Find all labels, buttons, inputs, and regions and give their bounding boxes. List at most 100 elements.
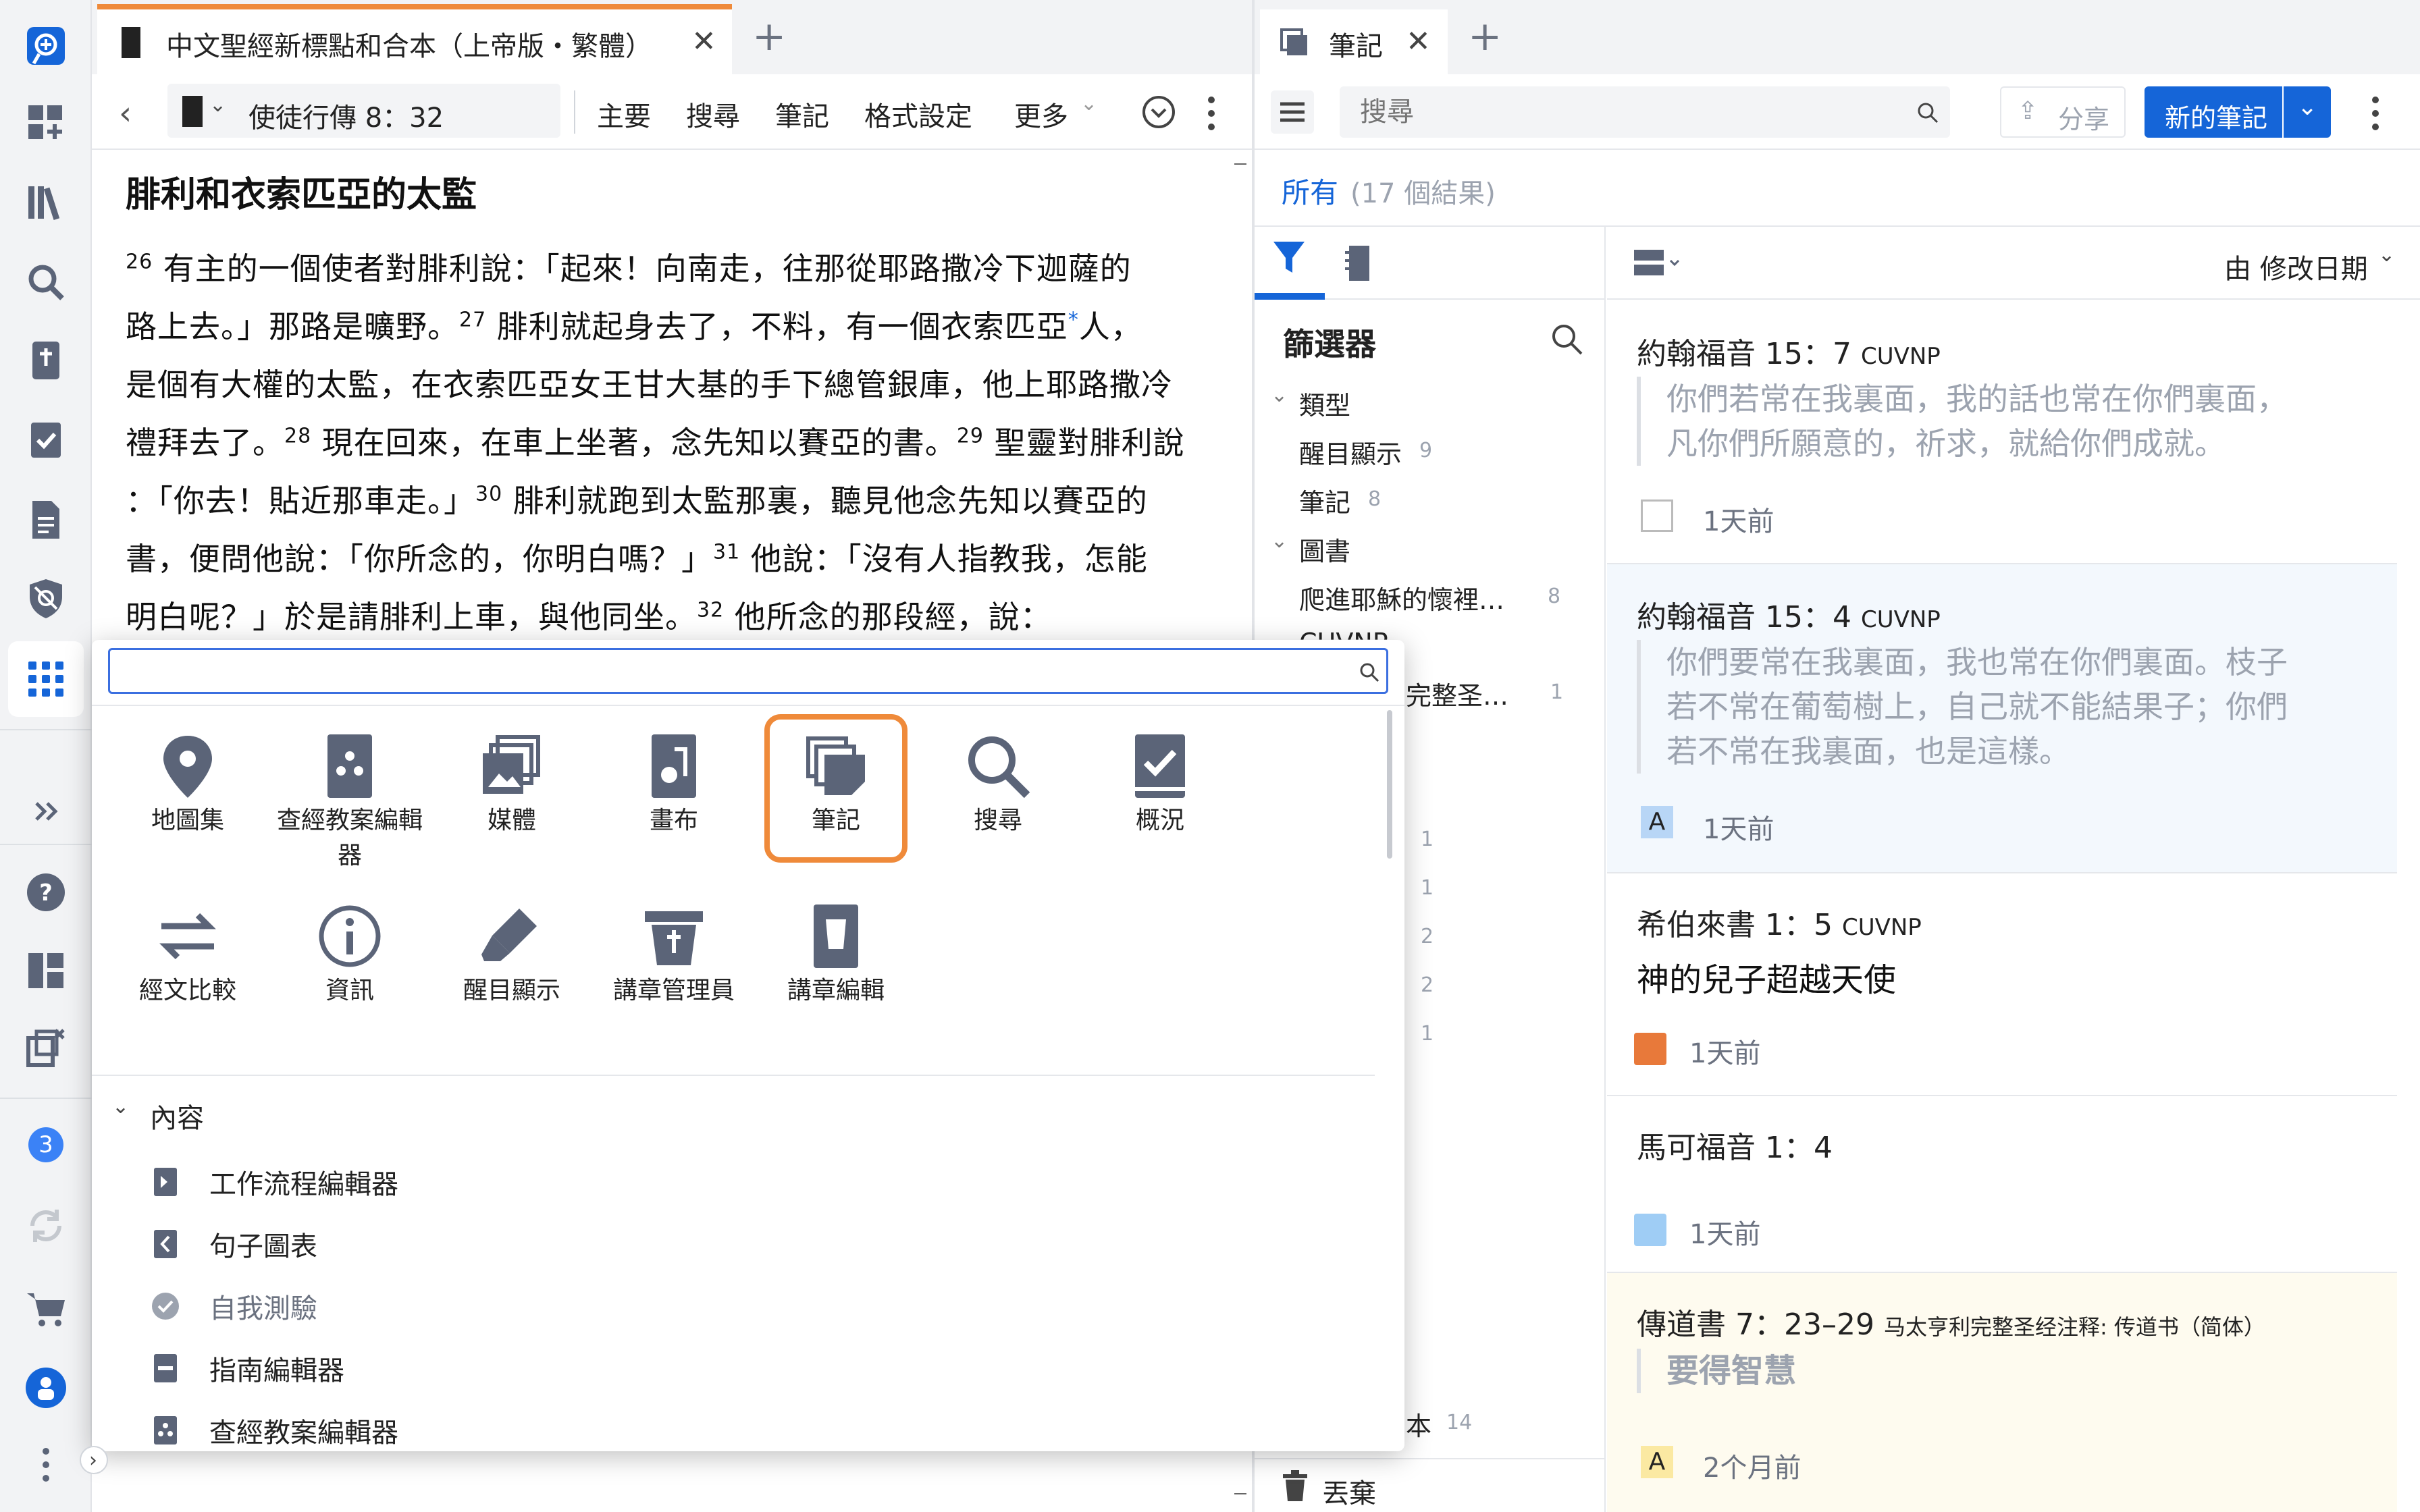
more-vertical-icon[interactable] <box>1205 94 1218 132</box>
tab-bible[interactable]: 中文聖經新標點和合本（上帝版・繁體） ✕ <box>97 4 732 74</box>
layout-icon[interactable] <box>19 944 73 998</box>
search-icon[interactable] <box>19 255 73 309</box>
menu-search[interactable]: 搜尋 <box>686 94 740 134</box>
note-card[interactable]: 傳道書 7：23–29 马太亨利完整圣经注释: 传道书（简体） 要得智慧 A 2… <box>1607 1273 2397 1512</box>
menu-format[interactable]: 格式設定 <box>864 94 972 134</box>
tools-popup: 地圖集 查經教案編輯器 媒體 畫布 筆記 搜尋 概況 經文比較 資訊 醒目顯示 … <box>92 640 1404 1451</box>
add-tab-icon[interactable]: + <box>1468 16 1502 57</box>
content-item-guide-editor[interactable]: 指南編輯器 <box>149 1349 344 1388</box>
more-vertical-icon[interactable] <box>19 1438 73 1492</box>
tool-information[interactable]: 資訊 <box>275 899 424 1008</box>
tool-search[interactable]: 搜尋 <box>924 729 1072 838</box>
new-note-button[interactable]: 新的筆記 <box>2145 86 2282 138</box>
tasks-icon[interactable] <box>19 413 73 467</box>
filter-book-item[interactable]: 爬進耶穌的懷裡… <box>1299 579 1504 616</box>
search-icon[interactable] <box>1359 662 1379 682</box>
dashboard-add-icon[interactable] <box>19 96 73 150</box>
more-vertical-icon[interactable] <box>2369 94 2382 132</box>
note-time: 1天前 <box>1689 1219 1761 1250</box>
filter-funnel-icon[interactable] <box>1268 235 1310 282</box>
reference-input[interactable]: 使徒行傳 8：32 <box>248 96 444 135</box>
sort-dropdown[interactable]: 由 修改日期 <box>2224 247 2368 286</box>
bible-line: 路上去。」那路是曠野。27 腓利就起身去了，不料，有一個衣索匹亞*人， <box>126 308 1142 345</box>
back-icon[interactable]: ‹ <box>119 94 132 132</box>
filter-tabs <box>1255 227 1606 300</box>
chevron-down-icon[interactable]: ⌄ <box>1271 529 1288 553</box>
notes-search-input[interactable] <box>1360 94 1900 130</box>
close-icon[interactable]: ✕ <box>691 24 716 59</box>
note-card[interactable]: 馬可福音 1：4 1天前 <box>1607 1096 2397 1273</box>
tool-sermon-manager[interactable]: 講章管理員 <box>600 899 748 1008</box>
filter-type-highlight[interactable]: 醒目顯示 <box>1299 433 1402 470</box>
notes-icon <box>1279 27 1311 59</box>
account-icon[interactable] <box>19 1361 73 1415</box>
content-item-sentence-diagram[interactable]: 句子圖表 <box>149 1224 317 1264</box>
popup-scrollbar[interactable] <box>1387 710 1392 859</box>
content-item-study-guide-editor[interactable]: 查經教案編輯器 <box>149 1411 398 1450</box>
filter-all-link[interactable]: 所有 <box>1282 170 1338 211</box>
tool-passage-compare[interactable]: 經文比較 <box>113 899 262 1008</box>
tool-overview[interactable]: 概況 <box>1086 729 1234 838</box>
chevron-down-icon[interactable]: ⌄ <box>112 1095 129 1118</box>
chevron-down-icon[interactable]: ⌄ <box>1271 383 1288 407</box>
shield-icon[interactable] <box>19 571 73 625</box>
menu-notes[interactable]: 筆記 <box>775 94 829 134</box>
help-icon[interactable]: ? <box>19 865 73 919</box>
tool-media[interactable]: 媒體 <box>438 729 586 838</box>
bible-line: ：「你去！貼近那車走。」30 腓利就跑到太監那裏，聽見他念先知以賽亞的 <box>126 482 1148 519</box>
tools-grid-icon[interactable] <box>8 641 84 717</box>
menu-more[interactable]: 更多 <box>1014 94 1068 134</box>
tab-notes[interactable]: 筆記 ✕ <box>1260 4 1448 74</box>
note-reference: 約翰福音 15：4 CUVNP <box>1637 600 1941 634</box>
sync-icon[interactable] <box>19 1199 73 1253</box>
highlight-style-badge: A <box>1641 1446 1673 1478</box>
expand-chevron-icon[interactable] <box>19 784 73 838</box>
document-icon[interactable] <box>19 493 73 547</box>
chevron-right-icon: › <box>89 1449 97 1472</box>
tool-atlas[interactable]: 地圖集 <box>113 729 262 838</box>
tool-canvas[interactable]: 畫布 <box>600 729 748 838</box>
view-toggle-icon[interactable] <box>1634 247 1683 281</box>
search-icon[interactable] <box>1549 321 1584 356</box>
tool-study-guide-editor[interactable]: 查經教案編輯器 <box>275 729 424 873</box>
note-title: 神的兒子超越天使 <box>1637 961 1897 999</box>
map-pin-icon <box>163 736 212 798</box>
share-button[interactable]: ⇪ 分享 <box>2000 86 2126 138</box>
close-panels-icon[interactable] <box>19 1021 73 1075</box>
tool-highlighting[interactable]: 醒目顯示 <box>438 899 586 1008</box>
reference-box[interactable]: ⌄ 使徒行傳 8：32 <box>167 84 560 138</box>
note-card[interactable]: 約翰福音 15：4 CUVNP 你們要常在我裏面，我也常在你們裏面。枝子 若不常在… <box>1607 564 2397 873</box>
chevron-down-icon[interactable]: ⌄ <box>2378 243 2395 267</box>
menu-main[interactable]: 主要 <box>597 94 651 134</box>
content-item-self-test[interactable]: 自我測驗 <box>149 1287 317 1326</box>
search-icon[interactable] <box>1916 101 1939 124</box>
tool-notes[interactable]: 筆記 <box>762 729 910 838</box>
new-note-dropdown-button[interactable]: ⌄ <box>2284 86 2331 138</box>
notebook-icon[interactable] <box>1342 243 1376 284</box>
tool-sermon-editor[interactable]: 講章編輯 <box>762 899 910 1008</box>
content-item-workflow-editor[interactable]: 工作流程編輯器 <box>149 1162 398 1202</box>
sticky-note-icon <box>1634 1214 1666 1246</box>
cart-icon[interactable] <box>19 1281 73 1335</box>
logos-home-icon[interactable] <box>19 19 73 73</box>
media-icon <box>483 735 540 794</box>
sync-check-icon[interactable] <box>1141 94 1176 130</box>
bible-icon[interactable] <box>19 333 73 387</box>
note-card[interactable]: 約翰福音 15：7 CUVNP 你們若常在我裏面，我的話也常在你們裏面， 凡你們所… <box>1607 301 2397 564</box>
close-icon[interactable]: ✕ <box>1406 24 1431 59</box>
chevron-down-icon[interactable]: ⌄ <box>209 93 226 117</box>
filter-book-item[interactable]: 完整圣… <box>1406 675 1508 712</box>
note-card[interactable]: 希伯來書 1：5 CUVNP 神的兒子超越天使 1天前 <box>1607 873 2397 1096</box>
filter-type-notes[interactable]: 筆記 <box>1299 482 1350 519</box>
hamburger-menu-icon[interactable] <box>1271 90 1314 134</box>
trash-button[interactable]: 丟棄 <box>1255 1458 1606 1512</box>
collapse-popup-button[interactable]: › <box>80 1446 108 1474</box>
add-tab-icon[interactable]: + <box>752 16 786 57</box>
filter-book-item[interactable]: 本 <box>1406 1405 1431 1442</box>
notification-badge[interactable]: 3 <box>19 1118 73 1172</box>
library-icon[interactable] <box>19 176 73 230</box>
tools-search-input[interactable] <box>121 655 1323 686</box>
share-label: 分享 <box>2058 105 2110 134</box>
footnote-marker[interactable]: * <box>1068 308 1079 332</box>
left-tabbar: 中文聖經新標點和合本（上帝版・繁體） ✕ + <box>92 0 1253 74</box>
